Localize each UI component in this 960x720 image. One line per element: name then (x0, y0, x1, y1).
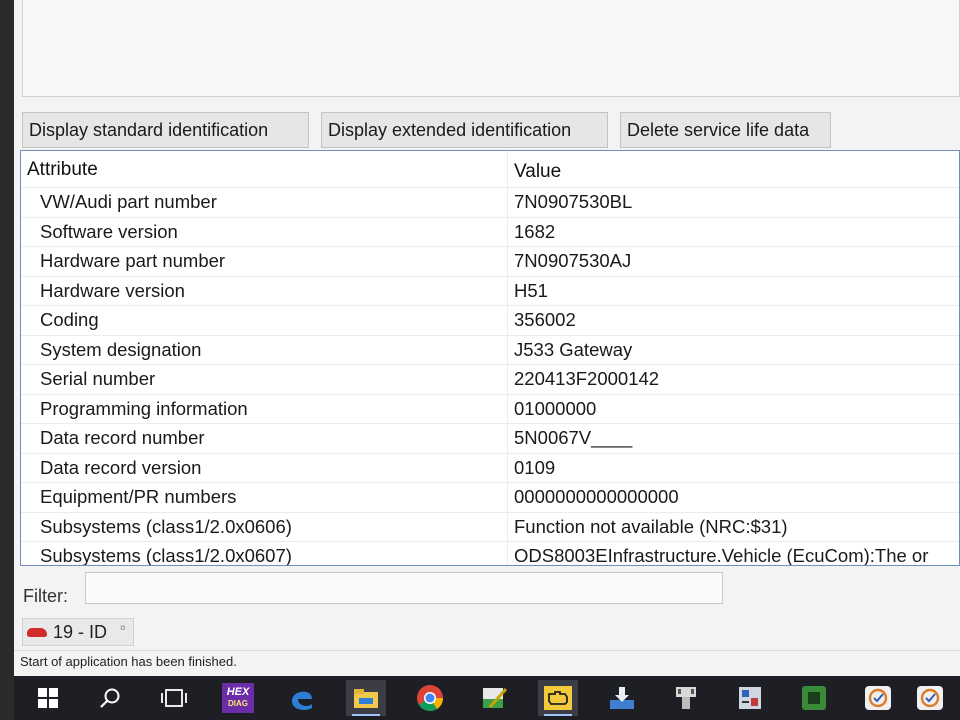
attribute-cell: Data record number (40, 427, 205, 448)
application-window: Display standard identification Display … (14, 0, 960, 676)
badge-icon (917, 686, 943, 710)
value-cell: 0109 (514, 456, 556, 478)
car-icon (27, 628, 47, 637)
active-indicator (544, 714, 572, 716)
value-cell: 5N0067V____ (514, 427, 633, 448)
edge-icon (292, 691, 312, 710)
value-cell: Function not available (NRC:$31) (514, 515, 788, 537)
chip-icon (802, 686, 826, 710)
table-row[interactable]: Subsystems (class1/2.0x0606) Function not… (21, 511, 959, 543)
attribute-cell: Subsystems (class1/2.0x0606) (40, 515, 292, 537)
value-cell: 356002 (514, 309, 576, 330)
table-row[interactable]: VW/Audi part number 7N0907530BL (21, 187, 959, 218)
task-view-icon (161, 689, 187, 707)
search-button[interactable] (90, 680, 130, 716)
folder-icon (354, 689, 378, 708)
taskbar-editor-app[interactable] (474, 680, 514, 716)
taskbar-odis-app[interactable] (538, 680, 578, 716)
delete-service-life-data-button[interactable]: Delete service life data (620, 112, 831, 148)
attribute-cell: Serial number (40, 368, 156, 389)
table-row[interactable]: System designation J533 Gateway (21, 334, 959, 366)
taskbar-connector-app[interactable] (666, 680, 706, 716)
attribute-cell: Hardware part number (40, 250, 226, 271)
attribute-cell: Software version (40, 220, 178, 242)
start-button[interactable] (28, 680, 68, 716)
display-standard-identification-button[interactable]: Display standard identification (22, 112, 309, 148)
taskbar-chrome[interactable] (410, 680, 450, 716)
tab-19-id[interactable]: 19 - ID ¤ (22, 618, 134, 646)
table-row[interactable]: Equipment/PR numbers 0000000000000000 (21, 482, 959, 513)
table-row[interactable]: Programming information 01000000 (21, 393, 959, 425)
hex-app-icon: HEX DIAG (222, 683, 254, 713)
taskbar-support-app-1[interactable] (858, 680, 898, 716)
value-cell: ODS8003EInfrastructure.Vehicle (EcuCom):… (514, 545, 929, 566)
tab-close-icon[interactable]: ¤ (120, 623, 126, 634)
identification-table: Attribute Value VW/Audi part number 7N090… (20, 150, 960, 566)
table-row[interactable]: Hardware part number 7N0907530AJ (21, 246, 959, 277)
table-row[interactable]: Subsystems (class1/2.0x0607) ODS8003EInfr… (21, 541, 959, 566)
task-view-button[interactable] (154, 680, 194, 716)
attribute-cell: VW/Audi part number (40, 191, 217, 212)
attribute-cell: Subsystems (class1/2.0x0607) (40, 545, 292, 566)
taskbar: HEX DIAG (14, 676, 960, 720)
attribute-cell: Programming information (40, 397, 248, 419)
display-extended-identification-button[interactable]: Display extended identification (321, 112, 608, 148)
hex-icon-text-top: HEX (226, 686, 250, 698)
table-row[interactable]: Software version 1682 (21, 216, 959, 248)
active-indicator (352, 714, 380, 716)
value-cell: 220413F2000142 (514, 368, 660, 389)
taskbar-hex-app[interactable]: HEX DIAG (218, 680, 258, 716)
value-cell: J533 Gateway (514, 338, 633, 360)
badge-icon (865, 686, 891, 710)
value-cell: 0000000000000000 (514, 486, 679, 507)
table-row[interactable]: Data record version 0109 (21, 452, 959, 484)
table-row[interactable]: Coding 356002 (21, 305, 959, 336)
table-row[interactable]: Data record number 5N0067V____ (21, 423, 959, 454)
table-header: Attribute Value (21, 151, 959, 187)
value-cell: H51 (514, 279, 548, 301)
table-row[interactable]: Hardware version H51 (21, 275, 959, 307)
windows-icon (38, 688, 58, 708)
taskbar-download-app[interactable] (602, 680, 642, 716)
attribute-cell: Coding (40, 309, 99, 330)
table-row[interactable]: Serial number 220413F2000142 (21, 364, 959, 395)
notepad-icon (483, 688, 508, 708)
value-cell: 01000000 (514, 397, 597, 419)
chrome-icon (417, 685, 444, 712)
engine-icon (544, 686, 572, 710)
attribute-cell: Equipment/PR numbers (40, 486, 237, 507)
attribute-cell: Data record version (40, 456, 202, 478)
attribute-cell: System designation (40, 338, 202, 360)
diagnostic-icon (739, 687, 761, 709)
filter-input[interactable] (85, 572, 723, 604)
status-bar: Start of application has been finished. (14, 650, 960, 672)
attribute-cell: Hardware version (40, 279, 185, 301)
filter-label: Filter: (23, 586, 68, 606)
taskbar-file-explorer[interactable] (346, 680, 386, 716)
search-icon (100, 688, 120, 708)
value-cell: 7N0907530BL (514, 191, 633, 212)
value-cell: 7N0907530AJ (514, 250, 632, 271)
column-header-attribute[interactable]: Attribute (27, 159, 98, 181)
taskbar-diagnostic-app[interactable] (730, 680, 770, 716)
top-output-pane (22, 0, 960, 97)
value-cell: 1682 (514, 220, 556, 242)
hex-icon-text-bottom: DIAG (228, 699, 248, 708)
taskbar-chip-app[interactable] (794, 680, 834, 716)
taskbar-support-app-2[interactable] (910, 680, 950, 716)
taskbar-edge[interactable] (282, 680, 322, 716)
tab-label: 19 - ID (53, 622, 108, 642)
connector-icon (676, 687, 696, 709)
download-icon (610, 687, 634, 709)
column-header-value[interactable]: Value (514, 161, 561, 183)
